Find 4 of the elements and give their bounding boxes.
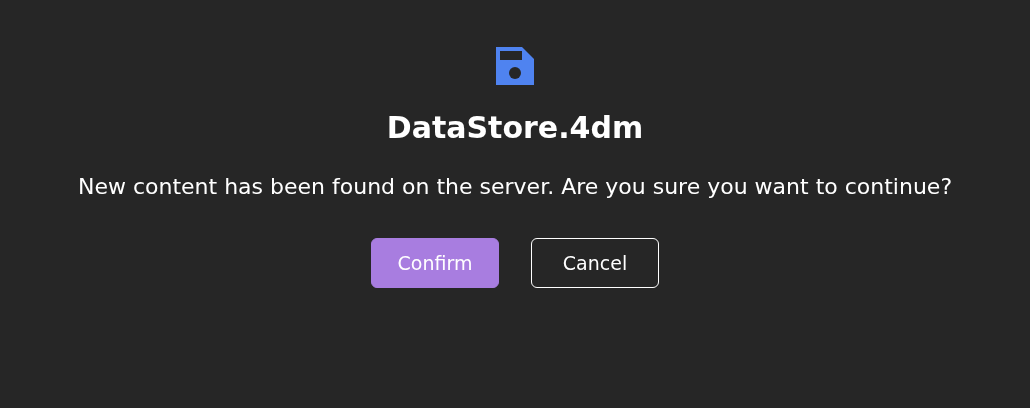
dialog-title: DataStore.4dm xyxy=(386,109,644,147)
cancel-button[interactable]: Cancel xyxy=(531,238,659,288)
dialog-message: New content has been found on the server. Are you sure you want to continue? xyxy=(76,173,954,201)
save-icon xyxy=(495,46,535,86)
